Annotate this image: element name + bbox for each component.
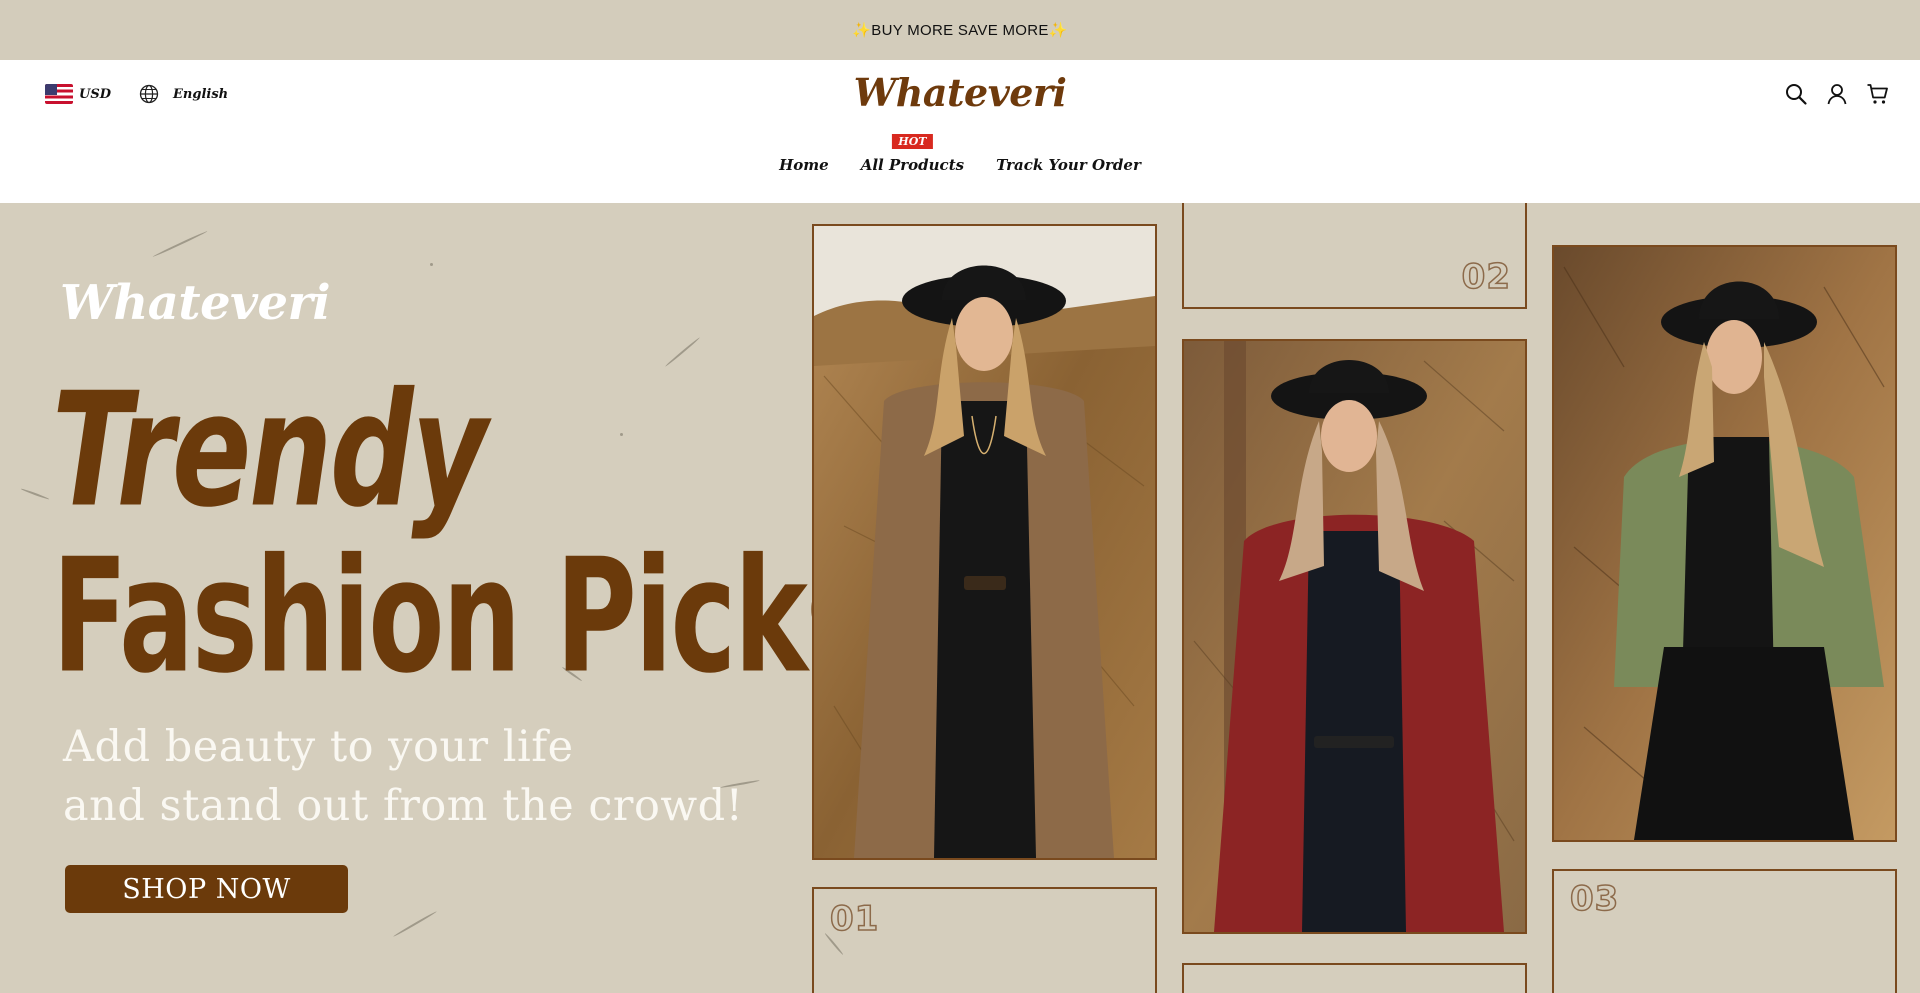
main-nav: Home All Products HOT Track Your Order bbox=[0, 134, 1920, 174]
frame-04 bbox=[1182, 963, 1527, 993]
nav-all-products-label: All Products bbox=[860, 156, 965, 174]
hero-banner: Whateveri Trendy Fashion Picks Add beaut… bbox=[0, 203, 1920, 993]
cart-icon[interactable] bbox=[1866, 82, 1890, 106]
header-tools bbox=[1784, 82, 1890, 106]
texture-speck bbox=[664, 336, 701, 368]
frame-02: 02 bbox=[1182, 203, 1527, 309]
texture-speck bbox=[392, 910, 438, 938]
headline-line-1: Trendy bbox=[52, 359, 488, 543]
nav-track-order[interactable]: Track Your Order bbox=[996, 156, 1141, 174]
sparkle-icon: ✨ bbox=[1048, 22, 1068, 39]
site-logo[interactable]: Whateveri bbox=[0, 70, 1920, 115]
sparkle-icon: ✨ bbox=[852, 22, 872, 39]
slide-number-01: 01 bbox=[829, 898, 880, 940]
site-header: USD English Whateveri Home All Products H… bbox=[0, 60, 1920, 203]
model-photo-1[interactable] bbox=[812, 224, 1157, 860]
search-icon[interactable] bbox=[1784, 82, 1808, 106]
subtitle-line-1: Add beauty to your life bbox=[63, 722, 574, 772]
frame-03: 03 bbox=[1552, 869, 1897, 993]
frame-01: 01 bbox=[812, 887, 1157, 993]
texture-speck bbox=[152, 230, 208, 258]
headline-line-2: Fashion Picks bbox=[52, 525, 872, 709]
nav-all-products[interactable]: All Products HOT bbox=[860, 134, 965, 174]
announcement-text: BUY MORE SAVE MORE bbox=[871, 21, 1049, 39]
shop-now-button[interactable]: SHOP NOW bbox=[65, 865, 348, 913]
account-icon[interactable] bbox=[1825, 82, 1849, 106]
hot-badge: HOT bbox=[892, 134, 933, 149]
model-photo-3[interactable] bbox=[1552, 245, 1897, 842]
slide-number-03: 03 bbox=[1569, 878, 1620, 920]
texture-speck bbox=[430, 263, 433, 266]
slide-number-02: 02 bbox=[1461, 256, 1511, 298]
model-photo-2[interactable] bbox=[1182, 339, 1527, 934]
texture-speck bbox=[20, 487, 50, 501]
hero-brand: Whateveri bbox=[60, 275, 331, 331]
nav-home[interactable]: Home bbox=[779, 156, 829, 174]
announcement-bar: ✨ BUY MORE SAVE MORE ✨ bbox=[0, 0, 1920, 60]
hero-subtitle: Add beauty to your life and stand out fr… bbox=[63, 718, 763, 836]
subtitle-line-2: and stand out from the crowd! bbox=[63, 781, 744, 831]
